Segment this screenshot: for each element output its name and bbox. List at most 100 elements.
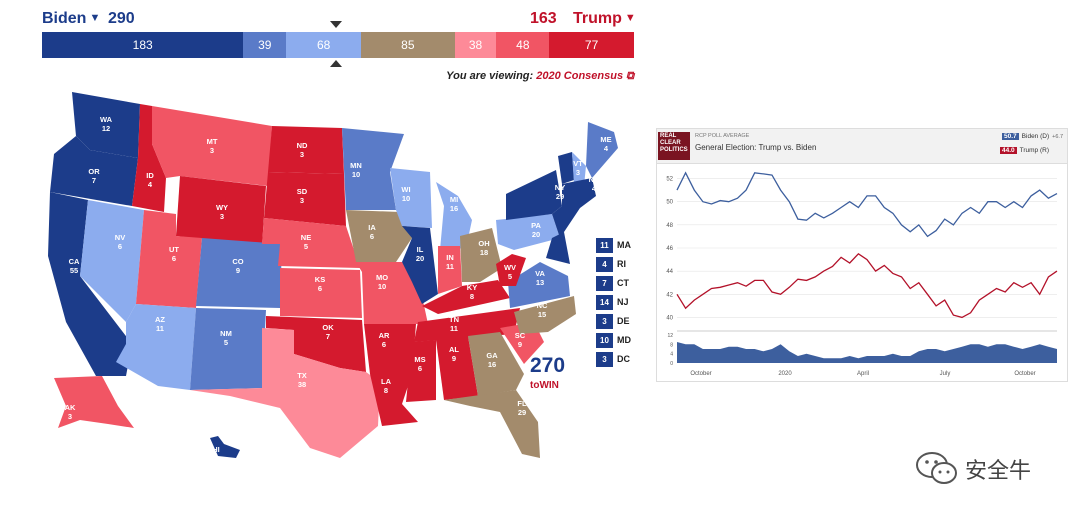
viewing-prefix: You are viewing:	[446, 70, 534, 82]
state-label-tn: TN	[449, 315, 459, 324]
state-label-mo: MO	[376, 273, 388, 282]
state-ev-nd: 3	[300, 150, 304, 159]
state-ev-ak: 3	[68, 412, 72, 421]
state-label-me: ME	[600, 135, 611, 144]
state-SD[interactable]	[264, 172, 346, 226]
state-ev-sd: 3	[300, 196, 304, 205]
spread-tick-label: 8	[670, 342, 673, 348]
state-label-sc: SC	[515, 331, 526, 340]
state-ev-la: 8	[384, 386, 388, 395]
state-ev-ky: 8	[470, 292, 474, 301]
y-tick-label: 50	[666, 200, 673, 206]
ev-bar-segment[interactable]: 68	[286, 32, 362, 58]
state-label-ny: NY	[555, 183, 565, 192]
ev-bar-segment[interactable]: 39	[243, 32, 287, 58]
spread-tick-label: 0	[670, 361, 673, 367]
y-tick-label: 42	[666, 292, 673, 298]
state-label-ga: GA	[486, 351, 498, 360]
state-ND[interactable]	[268, 126, 344, 174]
ev-bar-segment[interactable]: 48	[496, 32, 550, 58]
ev-bar-segment[interactable]: 38	[454, 32, 497, 58]
ev-bar-segment-label: 39	[258, 38, 272, 52]
spread-tick-label: 4	[670, 352, 673, 358]
state-ev-ca: 55	[70, 266, 78, 275]
state-label-wv: WV	[504, 263, 516, 272]
spread-tick-label: 12	[667, 333, 673, 339]
small-state-abbr: MD	[617, 335, 631, 345]
trump-label: Trump (R)	[1019, 147, 1049, 154]
small-state-ev: 11	[596, 237, 613, 253]
state-ev-mo: 10	[378, 282, 386, 291]
state-ev-al: 9	[452, 354, 456, 363]
state-ev-wy: 3	[220, 212, 224, 221]
state-ev-az: 11	[156, 324, 164, 333]
state-ev-oh: 18	[480, 248, 488, 257]
state-label-sd: SD	[297, 187, 308, 196]
state-label-al: AL	[449, 345, 459, 354]
dem-candidate-selector[interactable]: Biden ▼	[42, 10, 100, 28]
state-label-or: OR	[88, 167, 100, 176]
state-label-ms: MS	[414, 355, 425, 364]
chevron-down-icon: ▼	[624, 12, 636, 24]
small-state-dc[interactable]: 3 DC	[596, 351, 638, 367]
state-label-ak: AK	[65, 403, 76, 412]
state-label-nm: NM	[220, 329, 232, 338]
rcp-poll-average-chart: REAL CLEAR POLITICS RCP POLL AVERAGE Gen…	[656, 128, 1068, 382]
small-state-abbr: RI	[617, 259, 626, 269]
small-state-md[interactable]: 10 MD	[596, 332, 638, 348]
state-label-ut: UT	[169, 245, 179, 254]
state-ME[interactable]	[586, 122, 618, 178]
state-ev-pa: 20	[532, 230, 540, 239]
state-label-il: IL	[417, 245, 424, 254]
state-label-hi: HI	[212, 445, 220, 454]
state-AR[interactable]	[364, 324, 416, 374]
state-VT[interactable]	[558, 152, 574, 184]
y-tick-label: 48	[666, 223, 673, 229]
state-NM[interactable]	[190, 308, 266, 390]
state-ev-ga: 16	[488, 360, 496, 369]
small-state-nj[interactable]: 14 NJ	[596, 294, 638, 310]
small-state-de[interactable]: 3 DE	[596, 313, 638, 329]
state-NY[interactable]	[506, 170, 562, 220]
ev-bar-segment-label: 77	[584, 38, 599, 52]
ev-bar-segment[interactable]: 77	[549, 32, 634, 58]
state-ev-mt: 3	[210, 146, 214, 155]
state-AK[interactable]	[54, 376, 134, 428]
ev-bar-segment-label: 38	[468, 38, 483, 52]
rep-candidate-selector[interactable]: Trump ▼	[573, 10, 636, 28]
state-ev-va: 13	[536, 278, 544, 287]
state-label-mn: MN	[350, 161, 362, 170]
x-tick-label: October	[690, 371, 711, 377]
ev-bar-segment[interactable]: 85	[361, 32, 455, 58]
state-label-ia: IA	[368, 223, 376, 232]
state-label-wi: WI	[401, 185, 410, 194]
small-state-ev: 4	[596, 256, 613, 272]
state-label-co: CO	[232, 257, 243, 266]
ev-bar-segment[interactable]: 183	[42, 32, 244, 58]
state-ev-tx: 38	[298, 380, 306, 389]
state-ev-wv: 5	[508, 272, 512, 281]
state-label-in: IN	[446, 253, 454, 262]
state-ev-mn: 10	[352, 170, 360, 179]
state-ev-ks: 6	[318, 284, 322, 293]
biden-value-badge: 50.7	[1002, 133, 1019, 140]
watermark-text: 安全牛	[965, 459, 1032, 484]
x-tick-label: April	[857, 371, 869, 377]
small-state-ct[interactable]: 7 CT	[596, 275, 638, 291]
ev-bar-segment-label: 68	[316, 38, 331, 52]
consensus-link[interactable]: 2020 Consensus ⧉	[536, 70, 634, 82]
state-ev-ne: 5	[304, 242, 308, 251]
state-label-id: ID	[146, 171, 154, 180]
small-state-ri[interactable]: 4 RI	[596, 256, 638, 272]
series-line-trump	[676, 252, 1058, 319]
state-label-va: VA	[535, 269, 545, 278]
small-state-abbr: DC	[617, 354, 630, 364]
x-tick-label: July	[940, 371, 951, 377]
state-ev-ia: 6	[370, 232, 374, 241]
small-state-ma[interactable]: 11 MA	[596, 237, 638, 253]
state-label-tx: TX	[297, 371, 307, 380]
state-label-pa: PA	[531, 221, 541, 230]
midpoint-arrow-bottom	[330, 60, 342, 67]
wechat-icon	[916, 452, 957, 484]
state-label-ky: KY	[467, 283, 477, 292]
